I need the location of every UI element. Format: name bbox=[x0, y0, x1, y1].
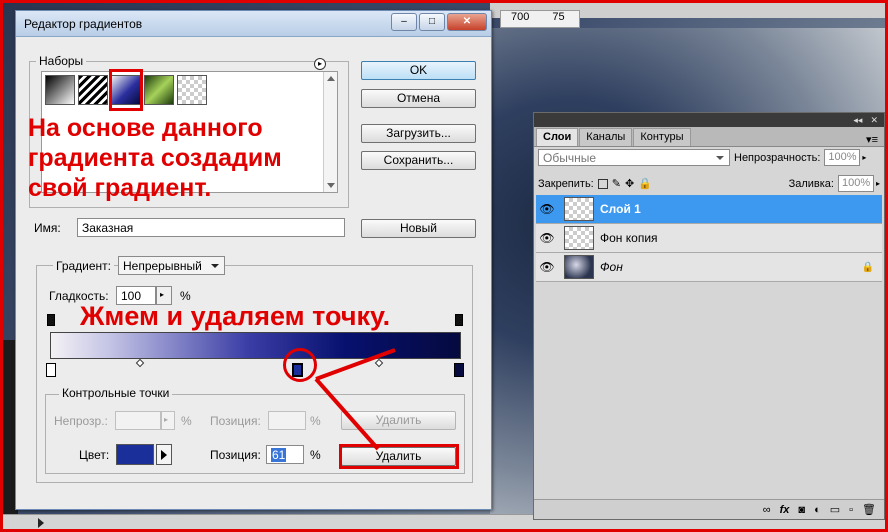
opacity-field[interactable]: 100% bbox=[824, 149, 861, 166]
opacity-label: Непрозр.: bbox=[54, 414, 108, 428]
opacity-stop-left[interactable] bbox=[47, 314, 55, 326]
layer-row[interactable]: 👁 Слой 1 bbox=[536, 195, 882, 224]
stops-group-label: Контрольные точки bbox=[59, 386, 173, 400]
name-field[interactable]: Заказная bbox=[77, 218, 345, 237]
opacity-stop-right[interactable] bbox=[455, 314, 463, 326]
layer-name: Слой 1 bbox=[600, 202, 641, 216]
panel-tabs: Слои Каналы Контуры ▾≡ bbox=[534, 127, 884, 147]
fx-icon[interactable]: fx bbox=[780, 504, 790, 516]
preset-swatch[interactable] bbox=[78, 75, 108, 105]
preset-swatch[interactable] bbox=[177, 75, 207, 105]
close-button[interactable]: ✕ bbox=[447, 13, 487, 31]
maximize-button[interactable]: □ bbox=[419, 13, 445, 31]
annotation-text-preset: На основе данного градиента создадим сво… bbox=[28, 114, 282, 202]
tab-layers[interactable]: Слои bbox=[536, 128, 579, 146]
play-icon[interactable] bbox=[38, 518, 44, 528]
preset-swatch[interactable] bbox=[144, 75, 174, 105]
lock-icon: 🔒 bbox=[861, 261, 874, 273]
blend-mode-value: Обычные bbox=[543, 151, 597, 165]
preset-swatch[interactable] bbox=[45, 75, 75, 105]
annotation-arrows bbox=[314, 348, 396, 451]
gradient-editor-window: Редактор градиентов – □ ✕ Наборы ▸ OK От… bbox=[15, 10, 492, 510]
color-menu-arrow-icon[interactable] bbox=[156, 444, 172, 465]
blend-mode-select[interactable]: Обычные bbox=[538, 149, 730, 166]
group-icon[interactable]: ▭ bbox=[830, 503, 840, 516]
layer-name: Фон копия bbox=[600, 231, 658, 245]
panel-header: ◂◂ ✕ bbox=[534, 113, 884, 127]
panel-menu-icon[interactable]: ▾≡ bbox=[866, 133, 878, 146]
fill-arrow-icon[interactable]: ▸ bbox=[876, 179, 880, 188]
lock-row: Закрепить: ✎ ✥ 🔒 Заливка: 100% ▸ bbox=[534, 175, 884, 192]
ruler-label: 700 bbox=[511, 11, 530, 23]
lock-icon[interactable]: 🔒 bbox=[638, 177, 652, 190]
opacity-label: Непрозрачность: bbox=[734, 151, 821, 164]
name-label: Имя: bbox=[34, 221, 61, 235]
collapse-icon[interactable]: ◂◂ bbox=[853, 115, 862, 126]
layer-row[interactable]: 👁 Фон копия bbox=[536, 224, 882, 253]
brush-icon[interactable]: ✎ bbox=[612, 177, 621, 190]
move-icon[interactable]: ✥ bbox=[625, 177, 634, 190]
opacity-arrow-icon[interactable]: ▸ bbox=[862, 153, 866, 162]
opacity-percent: % bbox=[181, 414, 192, 428]
chevron-down-icon bbox=[211, 264, 219, 268]
layer-thumbnail bbox=[564, 255, 594, 279]
window-title: Редактор градиентов bbox=[24, 16, 143, 31]
new-layer-icon[interactable]: ▫ bbox=[849, 504, 853, 516]
fill-label: Заливка: bbox=[788, 177, 834, 190]
color-position-value: 61 bbox=[271, 448, 287, 462]
mask-icon[interactable]: ◙ bbox=[798, 504, 805, 516]
presets-label: Наборы bbox=[36, 54, 87, 68]
ruler: 700 75 bbox=[500, 10, 580, 28]
eye-icon[interactable]: 👁 bbox=[536, 202, 558, 216]
layer-row[interactable]: 👁 Фон 🔒 bbox=[536, 253, 882, 282]
layer-name: Фон bbox=[600, 260, 623, 274]
eye-icon[interactable]: 👁 bbox=[536, 260, 558, 274]
annotation-text-delete: Жмем и удаляем точку. bbox=[80, 301, 391, 331]
color-stop-left[interactable] bbox=[46, 363, 56, 377]
gradient-type-label: Градиент: bbox=[53, 259, 115, 273]
link-icon[interactable]: ∞ bbox=[763, 504, 771, 516]
fill-field[interactable]: 100% bbox=[837, 175, 874, 192]
ok-button[interactable]: OK bbox=[361, 61, 476, 80]
trash-icon[interactable]: 🗑 bbox=[862, 503, 876, 516]
cancel-button[interactable]: Отмена bbox=[361, 89, 476, 108]
tab-paths[interactable]: Контуры bbox=[633, 128, 691, 146]
color-stop-right[interactable] bbox=[454, 363, 464, 377]
close-icon[interactable]: ✕ bbox=[870, 115, 878, 126]
opacity-slider-toggle[interactable]: ▸ bbox=[161, 411, 175, 430]
layer-thumbnail bbox=[564, 226, 594, 250]
load-button[interactable]: Загрузить... bbox=[361, 124, 476, 143]
opacity-field[interactable] bbox=[115, 411, 161, 430]
minimize-button[interactable]: – bbox=[391, 13, 417, 31]
lock-transparency-icon[interactable] bbox=[597, 178, 608, 189]
color-position-label: Позиция: bbox=[210, 448, 261, 462]
gradient-type-value: Непрерывный bbox=[123, 259, 202, 273]
layer-thumbnail bbox=[564, 197, 594, 221]
new-button[interactable]: Новый bbox=[361, 219, 476, 238]
color-label: Цвет: bbox=[79, 448, 110, 462]
layers-panel: ◂◂ ✕ Слои Каналы Контуры ▾≡ Обычные Непр… bbox=[533, 112, 885, 520]
ruler-label: 75 bbox=[552, 11, 565, 23]
color-swatch[interactable] bbox=[116, 444, 154, 465]
eye-icon[interactable]: 👁 bbox=[536, 231, 558, 245]
circle-arrow-icon[interactable]: ▸ bbox=[314, 58, 326, 70]
panel-footer: ∞ fx ◙ ◐ ▭ ▫ 🗑 bbox=[534, 499, 884, 519]
adjustment-icon[interactable]: ◐ bbox=[814, 504, 821, 516]
annotation-highlight-preset bbox=[109, 69, 143, 111]
tab-channels[interactable]: Каналы bbox=[579, 128, 633, 146]
lock-label: Закрепить: bbox=[538, 177, 594, 190]
save-button[interactable]: Сохранить... bbox=[361, 151, 476, 170]
gradient-type-select[interactable]: Непрерывный bbox=[118, 256, 225, 275]
blend-row: Обычные Непрозрачность: 100% ▸ bbox=[534, 149, 884, 166]
chevron-down-icon bbox=[716, 156, 724, 160]
opacity-position-label: Позиция: bbox=[210, 414, 261, 428]
